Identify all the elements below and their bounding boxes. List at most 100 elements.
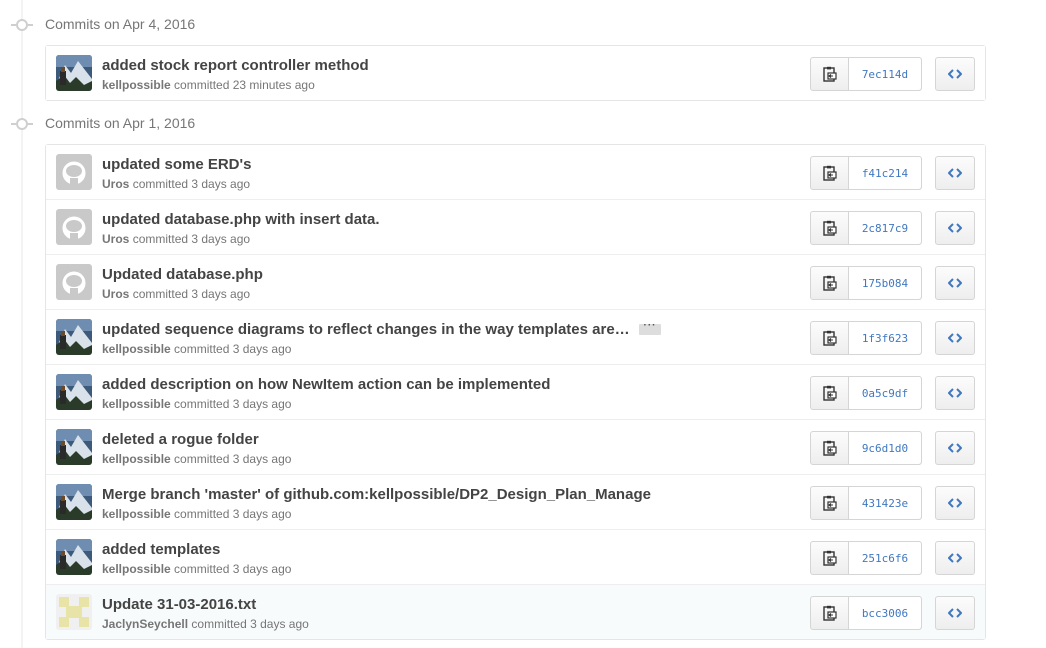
git-commit-icon — [11, 19, 33, 31]
clipboard-icon[interactable] — [811, 212, 849, 244]
commit-message-link[interactable]: Updated database.php — [102, 266, 263, 283]
clipboard-icon[interactable] — [811, 597, 849, 629]
sha-button-group: 175b084 — [810, 266, 922, 300]
commit-group-title: Commits on Apr 1, 2016 — [45, 115, 196, 131]
commit-row: Update 31-03-2016.txt JaclynSeychell comm… — [46, 584, 985, 639]
sha-button-group: f41c214 — [810, 156, 922, 190]
commit-row: updated sequence diagrams to reflect cha… — [46, 309, 985, 364]
commit-message-link[interactable]: added description on how NewItem action … — [102, 376, 550, 393]
commit-time: committed 3 days ago — [174, 507, 292, 521]
commit-message-link[interactable]: updated database.php with insert data. — [102, 211, 380, 228]
commit-author-link[interactable]: kellpossible — [102, 507, 171, 521]
commit-time: committed 3 days ago — [191, 617, 309, 631]
commit-author-link[interactable]: Uros — [102, 287, 129, 301]
git-commit-icon — [11, 118, 33, 130]
commit-author-link[interactable]: kellpossible — [102, 78, 171, 92]
clipboard-icon[interactable] — [811, 58, 849, 90]
commit-sha-link[interactable]: 1f3f623 — [849, 322, 921, 354]
commit-author-link[interactable]: kellpossible — [102, 397, 171, 411]
code-icon[interactable] — [935, 541, 975, 575]
code-icon[interactable] — [935, 266, 975, 300]
clipboard-icon[interactable] — [811, 377, 849, 409]
mountain-avatar[interactable] — [56, 319, 92, 355]
commit-message-link[interactable]: updated some ERD's — [102, 156, 251, 173]
sha-button-group: bcc3006 — [810, 596, 922, 630]
commit-message-link[interactable]: Update 31-03-2016.txt — [102, 596, 256, 613]
commit-list: updated some ERD's Uros committed 3 days … — [45, 144, 986, 640]
clipboard-icon[interactable] — [811, 542, 849, 574]
commit-author-link[interactable]: kellpossible — [102, 342, 171, 356]
commit-group-title: Commits on Apr 4, 2016 — [45, 16, 196, 32]
commit-author-link[interactable]: kellpossible — [102, 452, 171, 466]
commit-sha-link[interactable]: 251c6f6 — [849, 542, 921, 574]
sha-button-group: 251c6f6 — [810, 541, 922, 575]
mountain-avatar[interactable] — [56, 484, 92, 520]
commit-meta: kellpossible committed 23 minutes ago — [102, 78, 315, 92]
commit-message-link[interactable]: added templates — [102, 541, 220, 558]
sha-button-group: 2c817c9 — [810, 211, 922, 245]
clipboard-icon[interactable] — [811, 157, 849, 189]
code-icon[interactable] — [935, 596, 975, 630]
clipboard-icon[interactable] — [811, 267, 849, 299]
octocat-avatar[interactable] — [56, 264, 92, 300]
code-icon[interactable] — [935, 321, 975, 355]
clipboard-icon[interactable] — [811, 322, 849, 354]
code-icon[interactable] — [935, 431, 975, 465]
commit-sha-link[interactable]: 0a5c9df — [849, 377, 921, 409]
code-icon[interactable] — [935, 211, 975, 245]
commit-message-link[interactable]: updated sequence diagrams to reflect cha… — [102, 321, 630, 338]
mountain-avatar[interactable] — [56, 429, 92, 465]
commit-group-header: Commits on Apr 1, 2016 — [0, 113, 600, 135]
commit-sha-link[interactable]: f41c214 — [849, 157, 921, 189]
commit-meta: Uros committed 3 days ago — [102, 232, 250, 246]
commit-meta: Uros committed 3 days ago — [102, 287, 250, 301]
sha-button-group: 0a5c9df — [810, 376, 922, 410]
commit-group-header: Commits on Apr 4, 2016 — [0, 14, 600, 36]
commit-time: committed 3 days ago — [174, 397, 292, 411]
code-icon[interactable] — [935, 376, 975, 410]
mountain-avatar[interactable] — [56, 539, 92, 575]
commit-time: committed 3 days ago — [132, 287, 251, 301]
commit-meta: kellpossible committed 3 days ago — [102, 562, 291, 576]
mountain-avatar[interactable] — [56, 55, 92, 91]
clipboard-icon[interactable] — [811, 432, 849, 464]
commit-author-link[interactable]: JaclynSeychell — [102, 617, 188, 631]
sha-button-group: 1f3f623 — [810, 321, 922, 355]
octocat-avatar[interactable] — [56, 209, 92, 245]
commit-time: committed 3 days ago — [174, 452, 292, 466]
octocat-avatar[interactable] — [56, 154, 92, 190]
commit-row: deleted a rogue folder kellpossible commi… — [46, 419, 985, 474]
commit-sha-link[interactable]: 431423e — [849, 487, 921, 519]
commit-author-link[interactable]: Uros — [102, 232, 129, 246]
code-icon[interactable] — [935, 57, 975, 91]
commit-sha-link[interactable]: 9c6d1d0 — [849, 432, 921, 464]
sha-button-group: 431423e — [810, 486, 922, 520]
code-icon[interactable] — [935, 156, 975, 190]
commit-time: committed 3 days ago — [174, 562, 292, 576]
commit-meta: kellpossible committed 3 days ago — [102, 342, 291, 356]
commit-meta: JaclynSeychell committed 3 days ago — [102, 617, 309, 631]
code-icon[interactable] — [935, 486, 975, 520]
identicon-avatar[interactable] — [56, 594, 92, 630]
commit-author-link[interactable]: kellpossible — [102, 562, 171, 576]
commit-row: added stock report controller method kell… — [46, 46, 985, 100]
commit-sha-link[interactable]: bcc3006 — [849, 597, 921, 629]
clipboard-icon[interactable] — [811, 487, 849, 519]
commit-row: Updated database.php Uros committed 3 day… — [46, 254, 985, 309]
commit-sha-link[interactable]: 175b084 — [849, 267, 921, 299]
commit-row: added description on how NewItem action … — [46, 364, 985, 419]
commit-author-link[interactable]: Uros — [102, 177, 129, 191]
sha-button-group: 9c6d1d0 — [810, 431, 922, 465]
commit-sha-link[interactable]: 7ec114d — [849, 58, 921, 90]
commit-time: committed 23 minutes ago — [174, 78, 315, 92]
commit-message-link[interactable]: added stock report controller method — [102, 57, 369, 74]
commit-time: committed 3 days ago — [132, 232, 251, 246]
commit-message-link[interactable]: deleted a rogue folder — [102, 431, 259, 448]
commit-message-link[interactable]: Merge branch 'master' of github.com:kell… — [102, 486, 651, 503]
commit-sha-link[interactable]: 2c817c9 — [849, 212, 921, 244]
commit-time: committed 3 days ago — [174, 342, 292, 356]
mountain-avatar[interactable] — [56, 374, 92, 410]
expand-message-button[interactable]: ··· — [639, 321, 661, 335]
commit-row: updated some ERD's Uros committed 3 days … — [46, 145, 985, 199]
commit-row: added templates kellpossible committed 3 … — [46, 529, 985, 584]
